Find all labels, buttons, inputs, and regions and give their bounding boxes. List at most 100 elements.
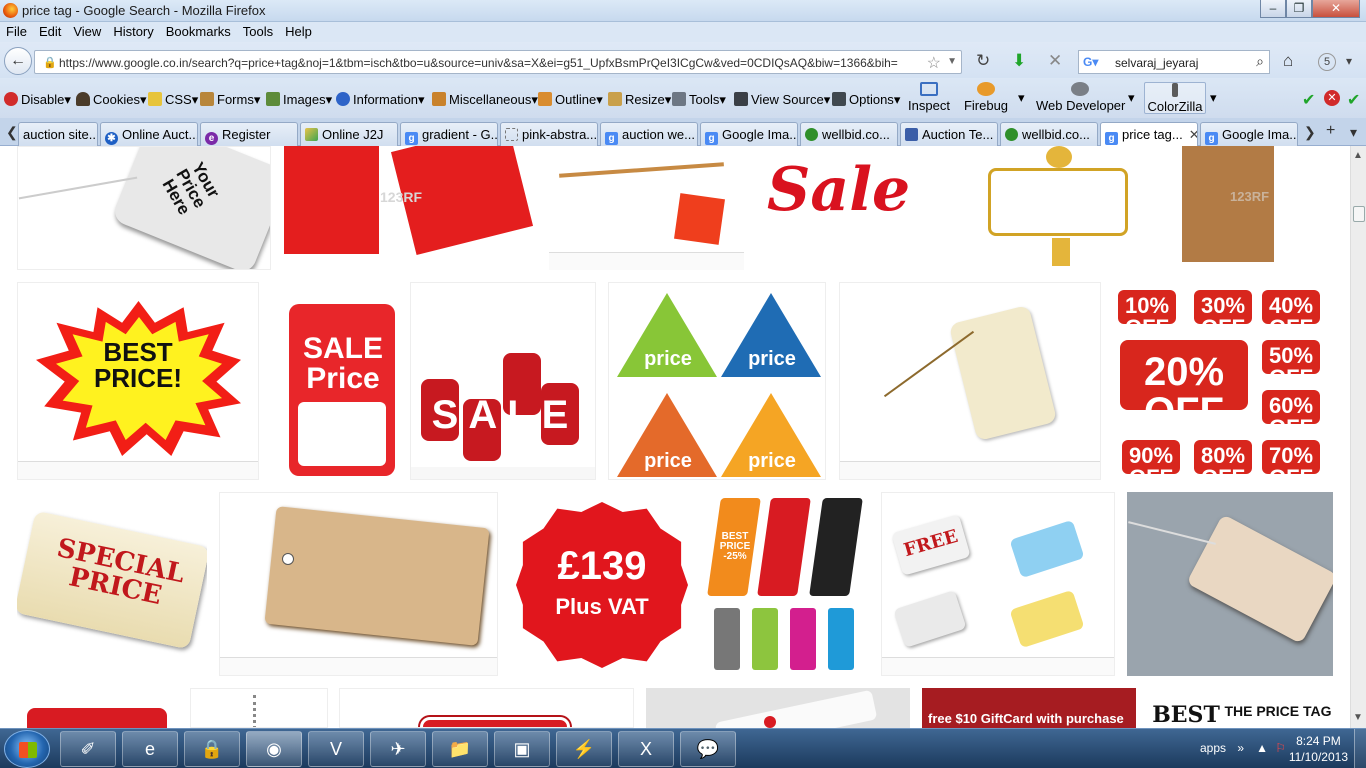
image-result[interactable]	[839, 282, 1101, 480]
tb-information[interactable]: Information▾	[336, 92, 425, 108]
search-query[interactable]: selvaraj_jeyaraj	[1115, 56, 1198, 70]
show-desktop-button[interactable]	[1354, 729, 1366, 768]
web-developer-dropdown-icon[interactable]: ▾	[1128, 90, 1135, 106]
tb-inspect[interactable]: Inspect	[906, 82, 952, 113]
tb-forms[interactable]: Forms▾	[200, 92, 260, 108]
taskbar-app-dolphin[interactable]: ✈	[370, 731, 426, 767]
maximize-button[interactable]: ❐	[1286, 0, 1312, 18]
image-result[interactable]: price price price price	[608, 282, 826, 480]
scroll-up-icon[interactable]: ▲	[1353, 150, 1363, 161]
menu-help[interactable]: Help	[279, 22, 318, 39]
tb-web-developer[interactable]: Web Developer	[1036, 82, 1125, 113]
tb-css[interactable]: CSS▾	[148, 92, 198, 108]
scroll-thumb[interactable]	[1353, 206, 1365, 222]
tb-options[interactable]: Options▾	[832, 92, 900, 108]
taskbar-app-excel[interactable]: X	[618, 731, 674, 767]
tb-images[interactable]: Images▾	[266, 92, 332, 108]
image-result[interactable]: £139 Plus VAT	[510, 492, 694, 676]
download-arrow-icon[interactable]: ⬇	[1012, 52, 1026, 70]
menu-bookmarks[interactable]: Bookmarks	[160, 22, 237, 39]
taskbar-app-cmd[interactable]: ▣	[494, 731, 550, 767]
image-result[interactable]	[190, 688, 328, 728]
taskbar-app-lock[interactable]: 🔒	[184, 731, 240, 767]
image-result[interactable]: BEST PRICE -25%	[706, 492, 869, 676]
tab-scroll-left-icon[interactable]: ❮	[6, 124, 18, 141]
tab-scroll-right-icon[interactable]: ❯	[1304, 124, 1316, 141]
menu-tools[interactable]: Tools	[237, 22, 279, 39]
taskbar-app-filezilla[interactable]: ⚡	[556, 731, 612, 767]
url-bar[interactable]: 🔒 https://www.google.co.in/search?q=pric…	[34, 50, 962, 74]
image-result[interactable]	[219, 492, 498, 676]
tab-google-ima-1[interactable]: g Google Ima...	[700, 122, 798, 146]
taskbar-app-feather[interactable]: ✐	[60, 731, 116, 767]
image-result[interactable]: 123RF	[1170, 146, 1333, 270]
tb-colorzilla[interactable]: ColorZilla	[1144, 82, 1206, 114]
network-icon[interactable]: ⚐	[1275, 741, 1286, 755]
tab-register[interactable]: e Register	[200, 122, 298, 146]
tray-apps-label[interactable]: apps	[1200, 741, 1226, 755]
menu-chevron-icon[interactable]: ▾	[1346, 52, 1352, 70]
image-result[interactable]	[549, 146, 744, 270]
image-result[interactable]: BEST THE PRICE TAG	[1149, 688, 1333, 728]
tab-auction-site[interactable]: auction site...	[18, 122, 98, 146]
tab-wellbid-2[interactable]: wellbid.co...	[1000, 122, 1098, 146]
vertical-scrollbar[interactable]: ▲ ▼	[1350, 146, 1366, 728]
tb-resize[interactable]: Resize▾	[608, 92, 671, 108]
tab-pink-abstract[interactable]: pink-abstra...	[500, 122, 598, 146]
image-result[interactable]	[646, 688, 910, 728]
image-result[interactable]: Your Price Here	[17, 146, 271, 270]
menu-view[interactable]: View	[67, 22, 107, 39]
home-icon[interactable]: ⌂	[1283, 52, 1293, 70]
image-result[interactable]: Sale	[757, 146, 953, 270]
image-result[interactable]: FREE	[881, 492, 1115, 676]
tab-list-icon[interactable]: ▾	[1350, 124, 1357, 141]
search-engine-icon[interactable]: G▾	[1083, 55, 1098, 69]
firebug-dropdown-icon[interactable]: ▾	[1018, 90, 1025, 106]
close-window-button[interactable]: ✕	[1312, 0, 1360, 18]
image-result[interactable]	[17, 688, 177, 728]
tab-wellbid-1[interactable]: wellbid.co...	[800, 122, 898, 146]
image-result[interactable]	[339, 688, 634, 728]
tb-tools[interactable]: Tools▾	[672, 92, 726, 108]
tb-outline[interactable]: Outline▾	[538, 92, 603, 108]
tb-firebug[interactable]: Firebug	[962, 82, 1010, 113]
image-result[interactable]: free $10 GiftCard with purchase	[922, 688, 1136, 728]
url-dropdown-icon[interactable]: ▼	[947, 56, 957, 67]
tb-miscellaneous[interactable]: Miscellaneous▾	[432, 92, 538, 108]
new-tab-icon[interactable]: +	[1326, 122, 1335, 140]
image-result[interactable]: SALE Price	[271, 282, 398, 480]
menu-file[interactable]: File	[0, 22, 33, 39]
tab-google-ima-2[interactable]: g Google Ima...	[1200, 122, 1298, 146]
tab-auction-we[interactable]: g auction we...	[600, 122, 698, 146]
tab-auction-te[interactable]: Auction Te...	[900, 122, 998, 146]
image-result[interactable]	[966, 146, 1158, 270]
check-icon[interactable]: ✔	[1302, 90, 1315, 110]
image-result[interactable]	[1127, 492, 1333, 676]
tray-expand-icon[interactable]: »	[1237, 741, 1244, 755]
tray-show-hidden-icon[interactable]: ▲	[1256, 741, 1268, 755]
bookmark-star-icon[interactable]: ☆	[927, 53, 941, 73]
menu-history[interactable]: History	[107, 22, 159, 39]
taskbar-app-explorer[interactable]: 📁	[432, 731, 488, 767]
image-result[interactable]: 123RF	[284, 146, 538, 270]
taskbar-app-ie[interactable]: e	[122, 731, 178, 767]
taskbar-app-vpn[interactable]: V	[308, 731, 364, 767]
close-tab-icon[interactable]: ✕	[1189, 127, 1197, 142]
taskbar-app-talk[interactable]: 💬	[680, 731, 736, 767]
image-result[interactable]: BEST PRICE!	[17, 282, 259, 480]
tab-price-tag-active[interactable]: gprice tag...✕	[1100, 122, 1198, 147]
search-box[interactable]: G▾ selvaraj_jeyaraj ⌕	[1078, 50, 1270, 74]
tb-view-source[interactable]: View Source▾	[734, 92, 830, 108]
clock[interactable]: 8:24 PM 11/10/2013	[1289, 733, 1348, 765]
menu-edit[interactable]: Edit	[33, 22, 67, 39]
image-result[interactable]: 10% OFF 30% OFF 40% OFF 20% OFF 50% OFF …	[1114, 282, 1332, 480]
scroll-down-icon[interactable]: ▼	[1353, 712, 1363, 723]
error-icon[interactable]: ✕	[1324, 90, 1340, 106]
image-result[interactable]: SPECIAL PRICE	[17, 492, 207, 676]
addon-badge[interactable]: 5	[1318, 53, 1336, 71]
taskbar-app-firefox[interactable]: ◉	[246, 731, 302, 767]
search-icon[interactable]: ⌕	[1256, 53, 1264, 70]
valid-icon[interactable]: ✔	[1347, 90, 1360, 110]
url-text[interactable]: https://www.google.co.in/search?q=price+…	[59, 56, 929, 70]
reload-icon[interactable]: ↻	[976, 52, 990, 70]
